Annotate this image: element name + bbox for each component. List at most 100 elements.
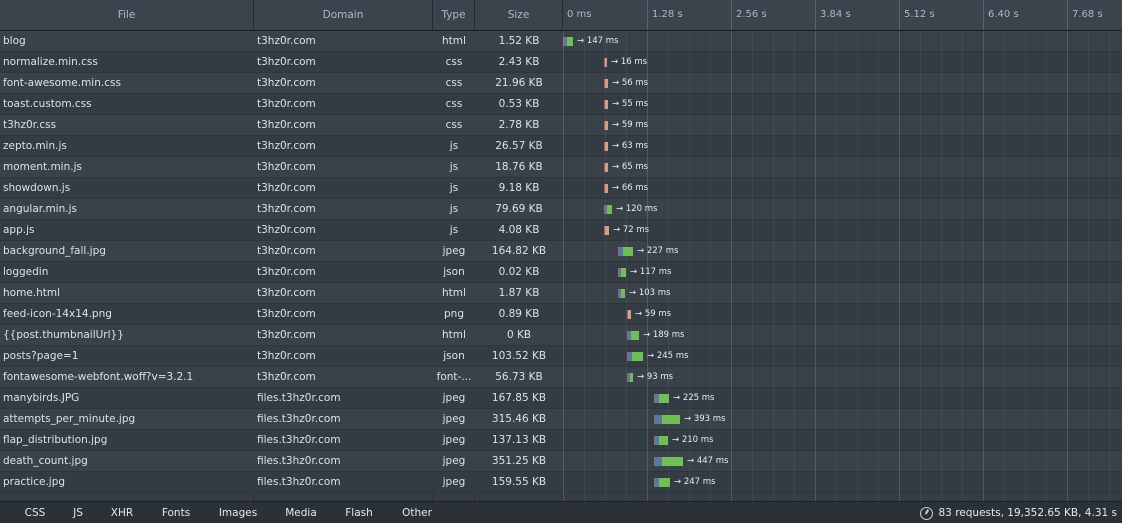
request-list: blog t3hz0r.com html 1.52 KB → 147 ms normali… — [0, 31, 1122, 501]
timing-segment — [623, 247, 633, 256]
filter-tab-xhr[interactable]: XHR — [102, 502, 142, 523]
file-name: manybirds.JPG — [3, 392, 80, 404]
size: 0.02 KB — [498, 266, 540, 278]
type: js — [449, 224, 459, 236]
timing-bar[interactable] — [654, 394, 669, 403]
grid-line — [836, 31, 837, 501]
filter-tab-js[interactable]: JS — [60, 502, 96, 523]
request-row[interactable]: app.js t3hz0r.com js 4.08 KB → 72 ms — [0, 220, 1122, 241]
file-name: {{post.thumbnailUrl}} — [3, 329, 124, 341]
request-row[interactable]: showdown.js t3hz0r.com js 9.18 KB → 66 ms — [0, 178, 1122, 199]
domain: files.t3hz0r.com — [257, 434, 341, 446]
column-header-file[interactable]: File — [0, 0, 254, 30]
file-name: posts?page=1 — [3, 350, 79, 362]
filter-tab-images[interactable]: Images — [210, 502, 266, 523]
timing-bar[interactable] — [654, 415, 680, 424]
type: html — [442, 287, 466, 299]
duration-label: → 227 ms — [637, 246, 679, 256]
size: 2.43 KB — [498, 56, 540, 68]
timeline-tick-label: 1.28 s — [647, 0, 683, 30]
filter-tab-css[interactable]: CSS — [14, 502, 56, 523]
request-row[interactable]: feed-icon-14x14.png t3hz0r.com png 0.89 KB →… — [0, 304, 1122, 325]
filter-tab-flash[interactable]: Flash — [336, 502, 382, 523]
grid-line — [920, 31, 921, 501]
file-name: normalize.min.css — [3, 56, 98, 68]
timing-segment — [567, 37, 573, 46]
type: jpeg — [442, 455, 466, 467]
filter-tab-media[interactable]: Media — [276, 502, 326, 523]
duration-label: → 56 ms — [612, 78, 649, 88]
duration-label: → 16 ms — [611, 57, 648, 67]
duration-label: → 120 ms — [616, 204, 658, 214]
timing-bar[interactable] — [618, 268, 626, 277]
grid-line — [941, 31, 942, 501]
request-row[interactable]: manybirds.JPG files.t3hz0r.com jpeg 167.85 … — [0, 388, 1122, 409]
request-row[interactable]: death_count.jpg files.t3hz0r.com jpeg 351.2… — [0, 451, 1122, 472]
request-row[interactable]: blog t3hz0r.com html 1.52 KB → 147 ms — [0, 31, 1122, 52]
size: 0.53 KB — [498, 98, 540, 110]
request-row[interactable]: toast.custom.css t3hz0r.com css 0.53 KB → 55… — [0, 94, 1122, 115]
timing-bar[interactable] — [627, 310, 631, 319]
timing-segment — [630, 373, 633, 382]
duration-label: → 63 ms — [612, 141, 649, 151]
request-row[interactable]: loggedin t3hz0r.com json 0.02 KB → 117 ms — [0, 262, 1122, 283]
type: json — [443, 266, 465, 278]
request-row[interactable]: posts?page=1 t3hz0r.com json 103.52 KB → 245… — [0, 346, 1122, 367]
domain: files.t3hz0r.com — [257, 476, 341, 488]
timing-bar[interactable] — [627, 331, 639, 340]
domain: t3hz0r.com — [257, 287, 316, 299]
request-row[interactable]: font-awesome.min.css t3hz0r.com css 21.96 K… — [0, 73, 1122, 94]
domain: t3hz0r.com — [257, 308, 316, 320]
table-header: File Domain Type Size 0 ms 1.28 s 2.56 s 3.… — [0, 0, 1122, 31]
request-row[interactable]: background_fall.jpg t3hz0r.com jpeg 164.82 … — [0, 241, 1122, 262]
grid-line — [962, 31, 963, 501]
timeline-header[interactable]: 0 ms 1.28 s 2.56 s 3.84 s 5.12 s 6.40 s 7.68 s — [563, 0, 1122, 30]
timing-bar[interactable] — [627, 373, 633, 382]
timing-bar[interactable] — [627, 352, 643, 361]
type: json — [443, 350, 465, 362]
size: 18.76 KB — [495, 161, 543, 173]
file-name: fontawesome-webfont.woff?v=3.2.1 — [3, 371, 194, 383]
column-header-domain[interactable]: Domain — [254, 0, 433, 30]
request-row[interactable]: {{post.thumbnailUrl}} t3hz0r.com html 0 KB →… — [0, 325, 1122, 346]
timeline-tick-label: 3.84 s — [815, 0, 851, 30]
file-name: loggedin — [3, 266, 49, 278]
duration-label: → 393 ms — [684, 414, 726, 424]
grid-line — [647, 31, 648, 501]
request-row[interactable]: normalize.min.css t3hz0r.com css 2.43 KB → 1… — [0, 52, 1122, 73]
filter-tab-fonts[interactable]: Fonts — [150, 502, 202, 523]
size: 4.08 KB — [498, 224, 540, 236]
grid-line — [689, 31, 690, 501]
grid-line — [668, 31, 669, 501]
filter-tab-other[interactable]: Other — [394, 502, 440, 523]
grid-line — [731, 31, 732, 501]
request-row[interactable]: angular.min.js t3hz0r.com js 79.69 KB → 120 … — [0, 199, 1122, 220]
domain: files.t3hz0r.com — [257, 413, 341, 425]
file-name: t3hz0r.css — [3, 119, 57, 131]
duration-label: → 103 ms — [629, 288, 671, 298]
request-row[interactable]: home.html t3hz0r.com html 1.87 KB → 103 ms — [0, 283, 1122, 304]
timing-bar[interactable] — [618, 289, 625, 298]
request-row[interactable]: attempts_per_minute.jpg files.t3hz0r.com j… — [0, 409, 1122, 430]
type: js — [449, 161, 459, 173]
request-row[interactable]: flap_distribution.jpg files.t3hz0r.com jpe… — [0, 430, 1122, 451]
request-row[interactable]: fontawesome-webfont.woff?v=3.2.1 t3hz0r.c… — [0, 367, 1122, 388]
type: js — [449, 203, 459, 215]
domain: t3hz0r.com — [257, 182, 316, 194]
timing-segment — [632, 352, 643, 361]
request-row[interactable]: practice.jpg files.t3hz0r.com jpeg 159.55 K… — [0, 472, 1122, 493]
timing-bar[interactable] — [563, 37, 573, 46]
file-name: blog — [3, 35, 26, 47]
grid-line — [815, 31, 816, 501]
size: 1.87 KB — [498, 287, 540, 299]
timing-segment — [655, 415, 662, 424]
request-row[interactable]: zepto.min.js t3hz0r.com js 26.57 KB → 63 ms — [0, 136, 1122, 157]
request-row[interactable]: t3hz0r.css t3hz0r.com css 2.78 KB → 59 ms — [0, 115, 1122, 136]
file-name: practice.jpg — [3, 476, 66, 488]
size: 159.55 KB — [491, 476, 547, 488]
domain: t3hz0r.com — [257, 77, 316, 89]
request-row[interactable]: moment.min.js t3hz0r.com js 18.76 KB → 65 ms — [0, 157, 1122, 178]
timing-bar[interactable] — [654, 436, 668, 445]
column-header-size[interactable]: Size — [475, 0, 563, 30]
column-header-type[interactable]: Type — [433, 0, 475, 30]
